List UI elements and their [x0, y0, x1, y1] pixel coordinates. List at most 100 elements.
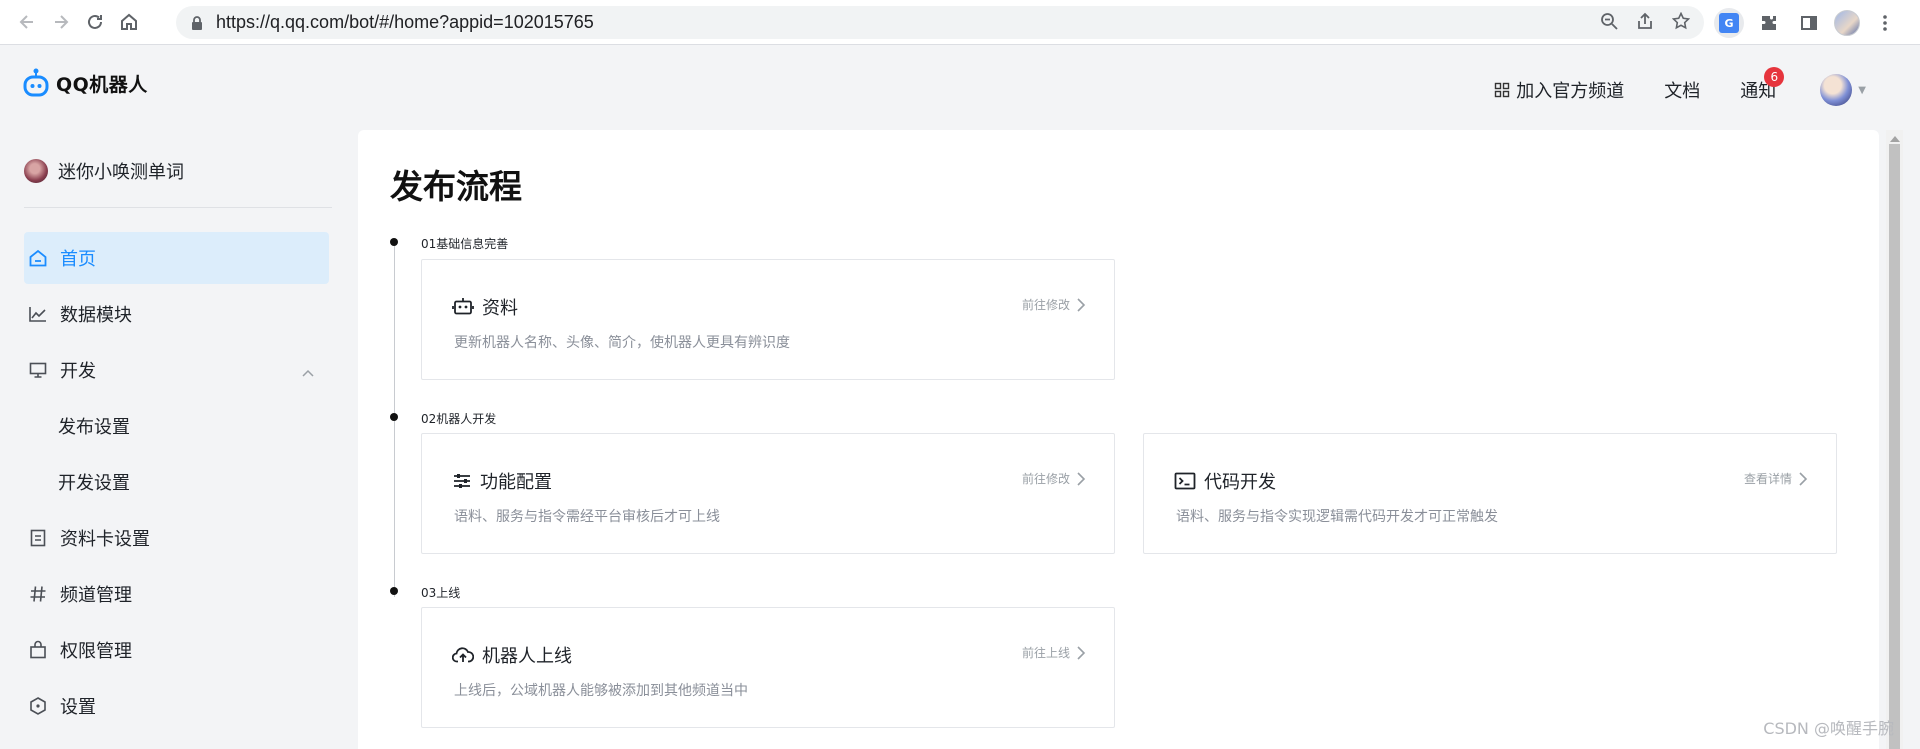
forward-button[interactable] [46, 7, 76, 37]
step-dot [390, 587, 398, 595]
sidebar-item-label: 资料卡设置 [60, 529, 150, 550]
docs-label: 文档 [1664, 81, 1701, 102]
scroll-up-icon[interactable] [1890, 136, 1900, 142]
card-description: 上线后，公域机器人能够被添加到其他频道当中 [454, 683, 748, 699]
card-link-label: 前往修改 [1021, 472, 1070, 486]
sidebar-item-label: 开发 [60, 361, 96, 382]
sidebar-item-data-module[interactable]: 数据模块 [24, 288, 329, 340]
sidebar-item-publish-settings[interactable]: 发布设置 [24, 400, 329, 452]
translate-extension-icon[interactable]: G [1714, 8, 1744, 38]
home-icon [26, 246, 50, 270]
side-panel-icon[interactable] [1794, 8, 1824, 38]
app-header: QQ机器人 加入官方频道 文档 通知 6 ▼ [0, 46, 1920, 130]
docs-link[interactable]: 文档 [1664, 77, 1700, 103]
logo-text: QQ机器人 [56, 73, 148, 96]
go-launch-link[interactable]: 前往上线 [1022, 644, 1086, 661]
zoom-icon[interactable] [1600, 12, 1618, 34]
card-description: 语料、服务与指令需经平台审核后才可上线 [454, 509, 720, 525]
step-label: 03上线 [421, 586, 461, 600]
page-title: 发布流程 [390, 167, 522, 206]
robot-icon [452, 298, 474, 315]
sidebar-item-develop[interactable]: 开发 [24, 344, 329, 396]
lock-icon [190, 15, 204, 31]
more-menu-icon[interactable] [1870, 8, 1900, 38]
bot-launch-card[interactable]: 机器人上线 上线后，公域机器人能够被添加到其他频道当中 前往上线 [421, 607, 1115, 728]
card-link-label: 前往修改 [1021, 298, 1070, 312]
sidebar-item-label: 首页 [60, 249, 96, 270]
sidebar-item-channel-manage[interactable]: 频道管理 [24, 568, 329, 620]
step-label: 02机器人开发 [421, 412, 497, 426]
feature-config-card[interactable]: 功能配置 语料、服务与指令需经平台审核后才可上线 前往修改 [421, 433, 1115, 554]
chevron-right-icon [1077, 645, 1086, 660]
go-edit-link[interactable]: 前往修改 [1022, 296, 1086, 313]
caret-down-icon[interactable]: ▼ [1858, 85, 1866, 96]
sidebar: 迷你小唤测单词 首页 数据模块 开发 发布设置 开发设置 资料卡设置 频道管理 … [0, 130, 350, 749]
reload-icon [88, 14, 102, 29]
sliders-icon [454, 474, 470, 488]
translate-badge: G [1719, 13, 1739, 33]
home-outline-icon [121, 13, 137, 30]
hexagon-settings-icon [26, 694, 50, 718]
card-title: 代码开发 [1204, 472, 1276, 493]
card-title: 机器人上线 [482, 646, 572, 667]
sidebar-item-label: 设置 [60, 697, 96, 718]
card-link-label: 查看详情 [1743, 472, 1792, 486]
sidebar-item-label: 频道管理 [60, 585, 132, 606]
notification-badge: 6 [1764, 67, 1785, 87]
chevron-up-icon[interactable] [301, 362, 315, 383]
bot-info[interactable]: 迷你小唤测单词 [24, 158, 184, 184]
chevron-right-icon [1077, 471, 1086, 486]
sidebar-item-home[interactable]: 首页 [24, 232, 329, 284]
chart-line-icon [26, 302, 50, 326]
sidebar-item-permission-manage[interactable]: 权限管理 [24, 624, 329, 676]
view-details-link[interactable]: 查看详情 [1744, 470, 1808, 487]
sidebar-divider [24, 207, 332, 208]
home-button[interactable] [114, 7, 144, 37]
terminal-icon [1174, 472, 1196, 490]
reload-button[interactable] [80, 7, 110, 37]
card-title: 功能配置 [480, 472, 552, 493]
browser-toolbar: https://q.qq.com/bot/#/home?appid=102015… [0, 0, 1920, 45]
grid-icon [1495, 82, 1510, 98]
monitor-icon [26, 358, 50, 382]
arrow-right-icon [55, 15, 69, 29]
bot-avatar [24, 159, 48, 183]
card-description: 语料、服务与指令实现逻辑需代码开发才可正常触发 [1176, 509, 1498, 525]
main-panel: 发布流程 01基础信息完善 资料 更新机器人名称、头像、简介，使机器人更具有辨识… [358, 130, 1879, 749]
watermark: CSDN @唤醒手腕 [1763, 719, 1894, 738]
user-avatar[interactable] [1820, 74, 1853, 106]
scrollbar-thumb[interactable] [1889, 144, 1900, 749]
arrow-left-icon [19, 15, 33, 29]
sidebar-item-profile-card[interactable]: 资料卡设置 [24, 512, 329, 564]
card-description: 更新机器人名称、头像、简介，使机器人更具有辨识度 [454, 335, 790, 351]
step-dot [390, 413, 398, 421]
sidebar-item-settings[interactable]: 设置 [24, 680, 329, 732]
join-channel-link[interactable]: 加入官方频道 [1494, 77, 1624, 103]
join-channel-label: 加入官方频道 [1516, 81, 1625, 102]
address-bar[interactable]: https://q.qq.com/bot/#/home?appid=102015… [176, 6, 1704, 39]
star-icon[interactable] [1671, 11, 1691, 34]
card-title: 资料 [482, 298, 518, 319]
profile-card[interactable]: 资料 更新机器人名称、头像、简介，使机器人更具有辨识度 前往修改 [421, 259, 1115, 380]
sidebar-item-label: 权限管理 [60, 641, 132, 662]
url-text: https://q.qq.com/bot/#/home?appid=102015… [216, 12, 594, 32]
sidebar-item-label: 发布设置 [58, 417, 130, 438]
cloud-upload-icon [452, 647, 474, 663]
code-dev-card[interactable]: 代码开发 语料、服务与指令实现逻辑需代码开发才可正常触发 查看详情 [1143, 433, 1837, 554]
bag-icon [26, 638, 50, 662]
step-label: 01基础信息完善 [421, 237, 509, 251]
sidebar-item-label: 开发设置 [58, 473, 130, 494]
sidebar-item-dev-settings[interactable]: 开发设置 [24, 456, 329, 508]
notifications-link[interactable]: 通知 6 [1740, 67, 1785, 103]
extensions-puzzle-icon[interactable] [1754, 8, 1784, 38]
share-icon[interactable] [1636, 12, 1654, 34]
card-link-label: 前往上线 [1021, 646, 1070, 660]
step-dot [390, 238, 398, 246]
profile-avatar[interactable] [1834, 10, 1860, 36]
hash-icon [26, 582, 50, 606]
go-edit-link[interactable]: 前往修改 [1022, 470, 1086, 487]
page-scrollbar[interactable] [1886, 130, 1903, 749]
back-button[interactable] [12, 7, 42, 37]
chevron-right-icon [1077, 297, 1086, 312]
qq-bot-logo[interactable]: QQ机器人 [22, 68, 148, 98]
